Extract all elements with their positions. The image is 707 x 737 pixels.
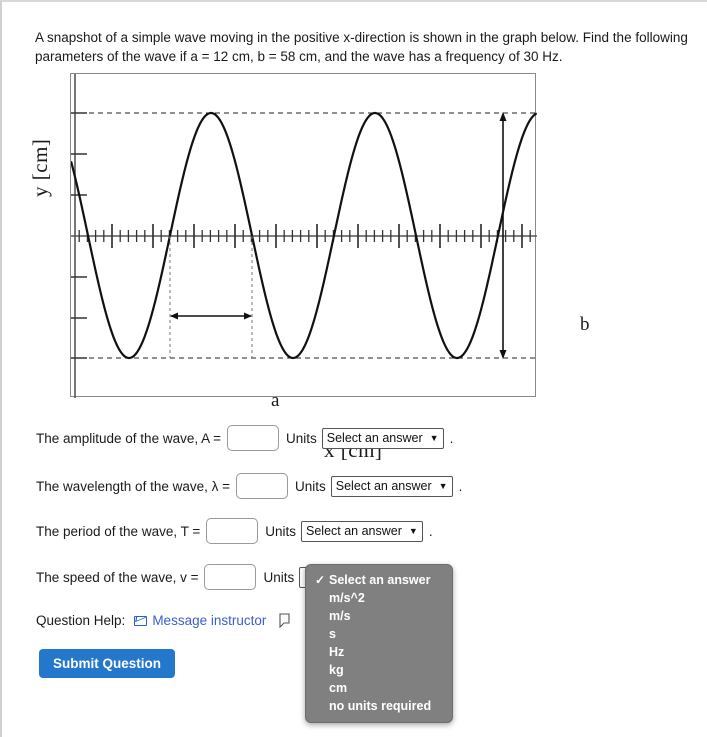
dropdown-option-3[interactable]: s	[306, 625, 452, 643]
chevron-down-icon: ▼	[408, 525, 418, 536]
question-prompt: A snapshot of a simple wave moving in th…	[35, 30, 688, 64]
dropdown-option-6[interactable]: cm	[306, 679, 452, 697]
a-annotation-label: a	[271, 390, 280, 411]
envelope-icon	[134, 615, 148, 626]
dropdown-option-1[interactable]: m/s^2	[306, 589, 452, 607]
question-row-period: The period of the wave, T = Units Select…	[36, 518, 433, 544]
dropdown-option-4[interactable]: Hz	[306, 643, 452, 661]
dropdown-option-label: no units required	[329, 699, 432, 713]
dropdown-option-label: cm	[329, 681, 348, 695]
question-page: A snapshot of a simple wave moving in th…	[0, 0, 707, 737]
dropdown-option-label: m/s	[329, 609, 351, 623]
wavelength-label: The wavelength of the wave, λ =	[36, 478, 230, 494]
period-units-text: Units	[265, 523, 296, 539]
wavelength-units-text: Units	[295, 478, 326, 494]
question-help-row: Question Help: Message instructor	[36, 613, 291, 628]
chevron-down-icon: ▼	[438, 480, 448, 491]
amplitude-period: .	[449, 430, 454, 446]
speed-input[interactable]	[204, 564, 257, 590]
period-period: .	[428, 523, 433, 539]
wavelength-units-value: Select an answer	[335, 479, 432, 493]
a-dimension-arrow	[170, 312, 252, 320]
dropdown-option-0[interactable]: ✓ Select an answer	[306, 571, 452, 589]
dropdown-option-5[interactable]: kg	[306, 661, 452, 679]
question-help-label: Question Help:	[36, 613, 126, 628]
dropdown-option-label: s	[329, 627, 336, 641]
amplitude-units-select[interactable]: Select an answer ▼	[321, 427, 444, 449]
post-question-icon[interactable]	[278, 613, 291, 628]
message-instructor-link[interactable]: Message instructor	[152, 613, 266, 628]
speed-units-text: Units	[263, 569, 295, 585]
y-axis-label: y [cm]	[28, 138, 52, 197]
dropdown-option-label: Select an answer	[329, 573, 431, 587]
speed-label: The speed of the wave, v =	[36, 569, 199, 585]
period-units-value: Select an answer	[306, 524, 402, 538]
question-row-amplitude: The amplitude of the wave, A = Units Sel…	[36, 425, 453, 451]
units-dropdown-menu[interactable]: ✓ Select an answer m/s^2 m/s s Hz kg cm	[305, 564, 453, 723]
dropdown-option-label: m/s^2	[329, 591, 365, 605]
dropdown-option-2[interactable]: m/s	[306, 607, 452, 625]
period-label: The period of the wave, T =	[36, 523, 201, 539]
wave-graph-svg	[71, 74, 537, 398]
amplitude-units-text: Units	[286, 430, 317, 446]
amplitude-label: The amplitude of the wave, A =	[36, 430, 221, 446]
dropdown-option-label: kg	[329, 663, 344, 677]
amplitude-input[interactable]	[227, 425, 279, 451]
period-units-select[interactable]: Select an answer ▼	[301, 520, 423, 542]
submit-question-button[interactable]: Submit Question	[39, 649, 175, 678]
wavelength-units-select[interactable]: Select an answer ▼	[330, 475, 453, 497]
wave-graph: x [cm] a b	[70, 73, 590, 462]
dropdown-option-label: Hz	[329, 645, 345, 659]
check-icon: ✓	[315, 573, 326, 587]
b-annotation-label: b	[580, 314, 590, 335]
wavelength-input[interactable]	[236, 473, 288, 499]
period-input[interactable]	[206, 518, 259, 544]
amplitude-units-value: Select an answer	[326, 431, 423, 445]
dropdown-option-7[interactable]: no units required	[306, 697, 452, 715]
wavelength-period: .	[458, 478, 463, 494]
question-row-wavelength: The wavelength of the wave, λ = Units Se…	[36, 473, 462, 499]
chevron-down-icon: ▼	[429, 432, 439, 443]
